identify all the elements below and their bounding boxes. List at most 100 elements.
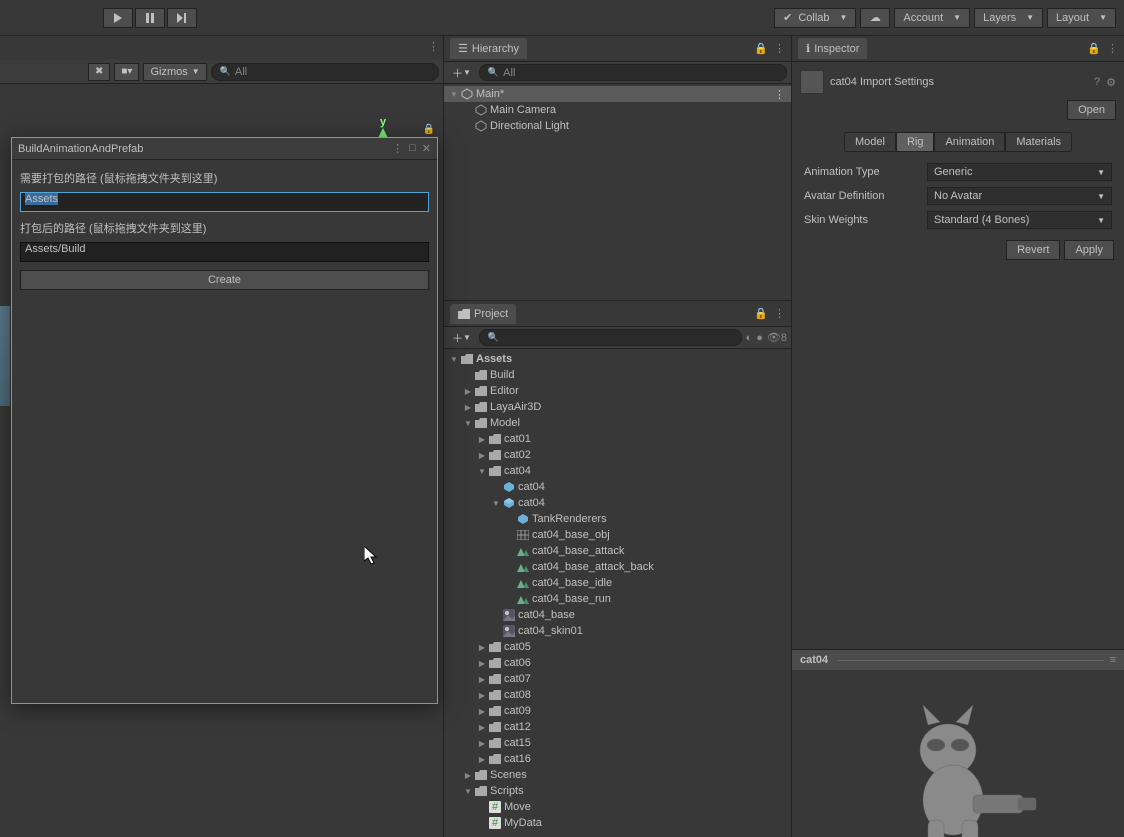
panel-menu-button[interactable]: ⋮	[774, 307, 785, 320]
expand-arrow[interactable]: ▶	[476, 707, 488, 716]
project-item[interactable]: ▶cat06	[444, 655, 791, 671]
preview-viewport[interactable]	[792, 670, 1124, 837]
expand-arrow[interactable]: ▶	[476, 755, 488, 764]
scene-search[interactable]: 🔍 All	[211, 63, 439, 81]
create-dropdown[interactable]: ＋▼	[448, 63, 475, 83]
project-item[interactable]: #Move	[444, 799, 791, 815]
project-item[interactable]: ▼Scripts	[444, 783, 791, 799]
project-item[interactable]: cat04	[444, 479, 791, 495]
project-item[interactable]: Build	[444, 367, 791, 383]
create-button[interactable]: Create	[20, 270, 429, 290]
project-item[interactable]: TankRenderers	[444, 511, 791, 527]
panel-menu-button[interactable]: ⋮	[774, 42, 785, 55]
project-item[interactable]: #MyData	[444, 815, 791, 831]
project-item[interactable]: ▶cat02	[444, 447, 791, 463]
expand-arrow[interactable]: ▶	[476, 451, 488, 460]
hierarchy-tree[interactable]: ▼ Main* ⋮ Main CameraDirectional Light	[444, 84, 791, 300]
project-item[interactable]: cat04_base_run	[444, 591, 791, 607]
help-icon[interactable]: ?	[1094, 76, 1100, 89]
project-item[interactable]: cat04_base_obj	[444, 527, 791, 543]
project-item[interactable]: ▶Editor	[444, 383, 791, 399]
expand-arrow[interactable]: ▶	[476, 643, 488, 652]
filter-label-button[interactable]: ●	[756, 332, 763, 344]
hierarchy-item[interactable]: Main Camera	[444, 102, 791, 118]
lock-icon[interactable]: 🔒	[423, 124, 435, 135]
expand-arrow[interactable]: ▶	[462, 403, 474, 412]
inspector-tab[interactable]: ℹ Inspector	[798, 38, 867, 59]
scene-tool-button[interactable]: ✖	[88, 63, 110, 81]
tab-model[interactable]: Model	[844, 132, 896, 152]
layers-dropdown[interactable]: Layers ▼	[974, 8, 1043, 28]
dialog-titlebar[interactable]: BuildAnimationAndPrefab ⋮ □ ✕	[12, 138, 437, 160]
project-item[interactable]: ▶cat01	[444, 431, 791, 447]
expand-arrow[interactable]: ▶	[476, 435, 488, 444]
expand-arrow[interactable]: ▶	[476, 659, 488, 668]
preset-icon[interactable]: ⚙	[1106, 76, 1116, 89]
project-root[interactable]: ▼ Assets	[444, 351, 791, 367]
animation-type-dropdown[interactable]: Generic ▼	[927, 163, 1112, 181]
project-item[interactable]: ▼Model	[444, 415, 791, 431]
project-item[interactable]: ▶cat12	[444, 719, 791, 735]
revert-button[interactable]: Revert	[1006, 240, 1060, 260]
project-item[interactable]: ▶LayaAir3D	[444, 399, 791, 415]
create-dropdown[interactable]: ＋▼	[448, 328, 475, 348]
expand-arrow[interactable]: ▼	[462, 419, 474, 428]
panel-menu-button[interactable]: ⋮	[1107, 42, 1118, 55]
expand-arrow[interactable]: ▼	[448, 355, 460, 364]
tab-animation[interactable]: Animation	[934, 132, 1005, 152]
project-item[interactable]: ▶cat16	[444, 751, 791, 767]
lock-icon[interactable]: 🔒	[1087, 42, 1101, 55]
avatar-definition-dropdown[interactable]: No Avatar ▼	[927, 187, 1112, 205]
play-button[interactable]	[103, 8, 133, 28]
output-path-input[interactable]: Assets/Build	[20, 242, 429, 262]
expand-arrow[interactable]: ▶	[462, 387, 474, 396]
collab-dropdown[interactable]: ✔ Collab ▼	[774, 8, 856, 28]
project-search[interactable]: 🔍	[479, 329, 742, 346]
project-tree[interactable]: ▼ Assets Build▶Editor▶LayaAir3D▼Model▶ca…	[444, 349, 791, 836]
scene-menu-button[interactable]: ⋮	[774, 88, 785, 101]
expand-arrow[interactable]: ▼	[448, 90, 460, 99]
project-item[interactable]: ▶cat15	[444, 735, 791, 751]
project-item[interactable]: cat04_skin01	[444, 623, 791, 639]
hierarchy-tab[interactable]: ☰ Hierarchy	[450, 38, 527, 59]
dialog-menu-button[interactable]: ⋮	[392, 142, 403, 155]
close-button[interactable]: ✕	[422, 142, 431, 155]
project-item[interactable]: ▶cat07	[444, 671, 791, 687]
build-animation-dialog[interactable]: BuildAnimationAndPrefab ⋮ □ ✕ 需要打包的路径 (鼠…	[11, 137, 438, 704]
scene-camera-dropdown[interactable]: ■▾	[114, 63, 139, 81]
project-item[interactable]: cat04_base	[444, 607, 791, 623]
skin-weights-dropdown[interactable]: Standard (4 Bones) ▼	[927, 211, 1112, 229]
scene-row[interactable]: ▼ Main* ⋮	[444, 86, 791, 102]
source-path-input[interactable]: Assets	[20, 192, 429, 212]
hidden-toggle[interactable]: 👁8	[767, 331, 787, 344]
project-item[interactable]: ▶cat09	[444, 703, 791, 719]
panel-menu-button[interactable]: ⋮	[428, 40, 439, 53]
project-item[interactable]: ▶cat05	[444, 639, 791, 655]
expand-arrow[interactable]: ▶	[462, 771, 474, 780]
project-item[interactable]: cat04_base_attack	[444, 543, 791, 559]
preview-menu-button[interactable]: ≡	[1110, 654, 1116, 666]
gizmos-dropdown[interactable]: Gizmos ▼	[143, 63, 206, 81]
project-item[interactable]: cat04_base_idle	[444, 575, 791, 591]
hierarchy-item[interactable]: Directional Light	[444, 118, 791, 134]
apply-button[interactable]: Apply	[1064, 240, 1114, 260]
lock-icon[interactable]: 🔒	[754, 307, 768, 320]
project-item[interactable]: ▶Scenes	[444, 767, 791, 783]
project-item[interactable]: ▼cat04	[444, 463, 791, 479]
cloud-button[interactable]: ☁	[860, 8, 890, 28]
layout-dropdown[interactable]: Layout ▼	[1047, 8, 1116, 28]
expand-arrow[interactable]: ▶	[476, 739, 488, 748]
hierarchy-search[interactable]: 🔍 All	[479, 64, 787, 81]
project-tab[interactable]: Project	[450, 304, 516, 324]
expand-arrow[interactable]: ▼	[490, 499, 502, 508]
expand-arrow[interactable]: ▼	[462, 787, 474, 796]
project-item[interactable]: ▼cat04	[444, 495, 791, 511]
filter-type-button[interactable]: ◐	[746, 332, 753, 344]
expand-arrow[interactable]: ▼	[476, 467, 488, 476]
project-item[interactable]: ▶cat08	[444, 687, 791, 703]
expand-arrow[interactable]: ▶	[476, 723, 488, 732]
expand-arrow[interactable]: ▶	[476, 675, 488, 684]
step-button[interactable]	[167, 8, 197, 28]
open-button[interactable]: Open	[1067, 100, 1116, 120]
expand-arrow[interactable]: ▶	[476, 691, 488, 700]
